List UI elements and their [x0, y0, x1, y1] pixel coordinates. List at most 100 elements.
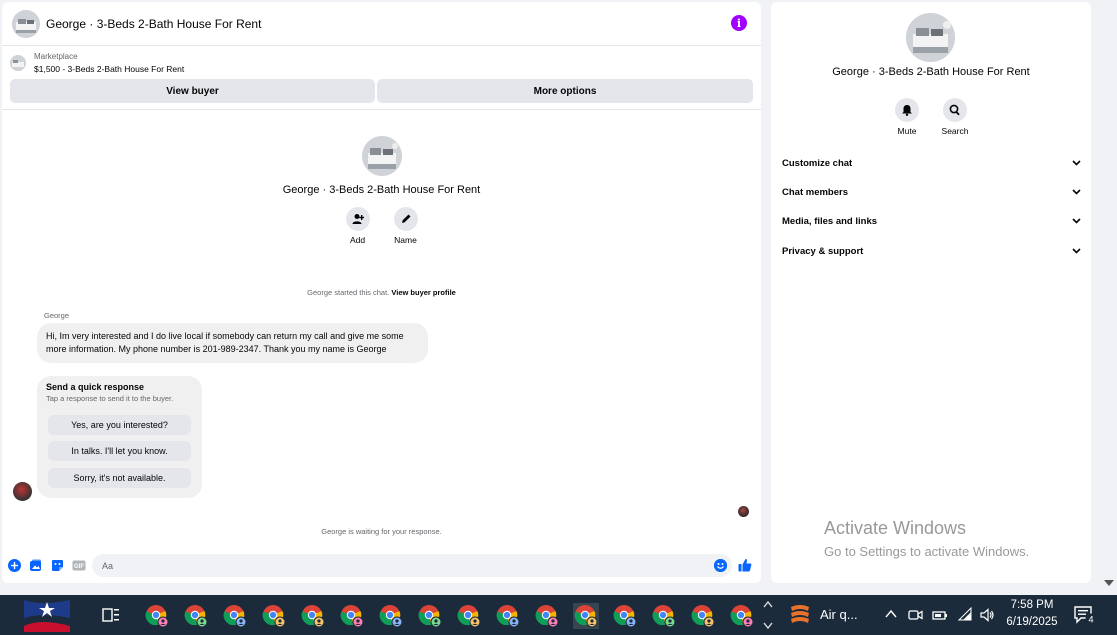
name-label: Name [394, 235, 417, 245]
conversation-avatar [361, 136, 402, 176]
chat-header: George · 3-Beds 2-Bath House For Rent i [2, 2, 761, 46]
mute-label: Mute [897, 126, 917, 136]
more-options-button[interactable]: More options [377, 79, 753, 103]
info-panel-avatar [906, 13, 955, 62]
weather-text[interactable]: Air q... [820, 607, 858, 622]
conversation-actions: Add Name [2, 207, 761, 245]
chat-panel: George · 3-Beds 2-Bath House For Rent i … [2, 2, 761, 583]
activate-windows-subtitle: Go to Settings to activate Windows. [824, 544, 1030, 559]
chrome-profile-icon[interactable] [690, 603, 716, 629]
view-buyer-button[interactable]: View buyer [10, 79, 375, 103]
chrome-profile-icon[interactable] [495, 603, 521, 629]
search-label: Search [941, 126, 969, 136]
chrome-profile-icon[interactable] [183, 603, 209, 629]
name-button[interactable]: Name [393, 207, 418, 245]
meet-camera-icon[interactable] [908, 607, 924, 623]
chevron-down-icon [1072, 248, 1081, 254]
activate-windows-title: Activate Windows [824, 518, 967, 538]
started-text: George started this chat. [307, 288, 390, 297]
clock-date[interactable]: 6/19/2025 [1002, 616, 1062, 628]
plus-circle-icon[interactable] [7, 558, 21, 572]
chrome-profile-icon[interactable] [339, 603, 365, 629]
quick-response-yes[interactable]: Yes, are you interested? [48, 415, 191, 435]
chrome-profile-icon[interactable] [378, 603, 404, 629]
menu-chat-members[interactable]: Chat members [782, 182, 1081, 202]
taskbar-overflow-arrows[interactable] [763, 595, 773, 635]
like-icon[interactable] [738, 558, 752, 572]
conversation-header: George · 3-Beds 2-Bath House For Rent Ad… [2, 136, 761, 245]
chevron-up-icon[interactable] [884, 607, 900, 623]
chrome-profile-icon[interactable] [612, 603, 638, 629]
chrome-profile-icon[interactable] [417, 603, 443, 629]
sender-name: George [44, 311, 70, 320]
wifi-icon[interactable] [957, 606, 973, 623]
marketplace-label: Marketplace [34, 52, 78, 61]
chrome-profile-icon[interactable] [261, 603, 287, 629]
start-flag-icon[interactable] [20, 596, 74, 634]
quick-response-in-talks[interactable]: In talks. I'll let you know. [48, 441, 191, 461]
seen-indicator-avatar [738, 506, 749, 517]
chat-title[interactable]: George · 3-Beds 2-Bath House For Rent [46, 17, 261, 31]
volume-icon[interactable] [979, 607, 995, 623]
weather-icon[interactable] [788, 602, 812, 628]
view-buyer-profile-link[interactable]: View buyer profile [391, 288, 455, 297]
sender-avatar[interactable] [13, 482, 32, 501]
notification-icon[interactable]: 4 [1074, 605, 1097, 625]
chrome-profile-icon[interactable] [573, 603, 599, 629]
info-panel-actions: Mute Search [771, 98, 1091, 136]
emoji-icon[interactable] [714, 559, 727, 572]
search-button[interactable]: Search [941, 98, 969, 136]
menu-chat-members-label: Chat members [782, 186, 848, 198]
taskbar: Air q... 7:58 PM 6/19/2025 4 [0, 595, 1117, 635]
chat-avatar[interactable] [12, 9, 40, 38]
menu-customize-chat-label: Customize chat [782, 157, 853, 169]
chrome-profile-icon[interactable] [534, 603, 560, 629]
notification-count: 4 [1088, 615, 1093, 625]
menu-privacy-support[interactable]: Privacy & support [782, 241, 1081, 261]
info-panel-title: George · 3-Beds 2-Bath House For Rent [832, 66, 1030, 78]
svg-text:GIF: GIF [74, 564, 84, 570]
quick-response-card: Send a quick response Tap a response to … [37, 376, 202, 498]
chrome-profile-icon[interactable] [729, 603, 755, 629]
waiting-notice: George is waiting for your response. [321, 527, 442, 536]
chrome-profile-icon[interactable] [300, 603, 326, 629]
add-label: Add [349, 235, 366, 245]
chrome-profile-icon[interactable] [222, 603, 248, 629]
listing-title[interactable]: $1,500 - 3-Beds 2-Bath House For Rent [34, 64, 184, 74]
task-view-icon[interactable] [102, 606, 120, 624]
scroll-down-arrow-icon[interactable] [1104, 580, 1114, 586]
quick-response-subtitle: Tap a response to send it to the buyer. [46, 394, 174, 403]
chevron-down-icon [1072, 218, 1081, 224]
search-icon [943, 98, 967, 122]
info-icon[interactable]: i [731, 15, 747, 31]
chevron-down-icon [1072, 160, 1081, 166]
listing-thumbnail[interactable] [10, 55, 26, 71]
chevron-down-icon [1072, 189, 1081, 195]
conversation-name: George · 3-Beds 2-Bath House For Rent [282, 184, 481, 196]
menu-privacy-support-label: Privacy & support [782, 245, 864, 257]
mute-button[interactable]: Mute [895, 98, 919, 136]
quick-response-not-available[interactable]: Sorry, it's not available. [48, 468, 191, 488]
composer: GIF Aa [2, 552, 761, 580]
quick-response-title: Send a quick response [46, 382, 145, 392]
chat-started-notice: George started this chat. View buyer pro… [2, 288, 761, 297]
add-button[interactable]: Add [345, 207, 370, 245]
message-bubble: Hi, Im very interested and I do live loc… [37, 323, 428, 363]
message-input[interactable]: Aa [92, 554, 732, 577]
pencil-icon [393, 207, 418, 231]
menu-media-files-links[interactable]: Media, files and links [782, 211, 1081, 231]
bell-icon [895, 98, 919, 122]
add-person-icon [345, 207, 370, 231]
chrome-profile-icon[interactable] [456, 603, 482, 629]
gif-icon[interactable]: GIF [72, 558, 86, 572]
sticker-icon[interactable] [50, 558, 64, 572]
clock-time[interactable]: 7:58 PM [1002, 599, 1062, 611]
battery-icon[interactable] [932, 607, 948, 623]
chat-info-panel: George · 3-Beds 2-Bath House For Rent Mu… [771, 2, 1091, 583]
chrome-profile-icon[interactable] [144, 603, 170, 629]
marketplace-bar: Marketplace $1,500 - 3-Beds 2-Bath House… [2, 47, 761, 110]
chrome-profile-icon[interactable] [651, 603, 677, 629]
menu-media-files-links-label: Media, files and links [782, 215, 878, 227]
menu-customize-chat[interactable]: Customize chat [782, 153, 1081, 173]
photo-icon[interactable] [28, 558, 42, 572]
